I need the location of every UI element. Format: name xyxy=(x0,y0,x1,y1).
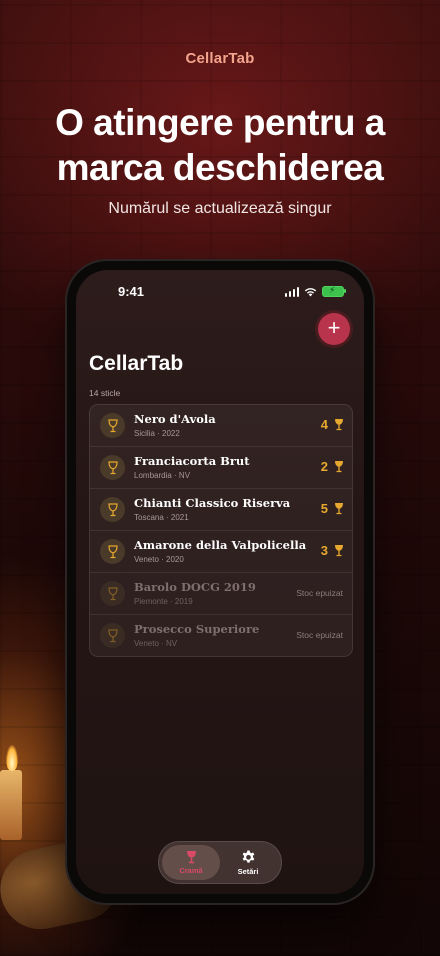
phone-frame: 9:41 ⚡ + CellarTab 14 sticle Nero d'Avol… xyxy=(67,261,373,903)
page-title: CellarTab xyxy=(89,352,184,375)
wine-meta: Veneto · 2020 xyxy=(134,555,184,564)
wine-list: Nero d'Avola Sicilia · 2022 4 Franciacor… xyxy=(89,404,353,657)
wine-name: Nero d'Avola xyxy=(134,412,216,426)
wine-glass-thumb-icon xyxy=(100,497,125,522)
wine-glass-icon xyxy=(335,503,343,515)
wine-row[interactable]: Franciacorta Brut Lombardia · NV 2 xyxy=(90,447,352,489)
out-of-stock-label: Stoc epuizat xyxy=(296,588,343,598)
headline-line-1: O atingere pentru a xyxy=(55,102,385,143)
wine-row[interactable]: Chianti Classico Riserva Toscana · 2021 … xyxy=(90,489,352,531)
candle-decoration xyxy=(0,770,22,840)
wine-name: Barolo DOCG 2019 xyxy=(134,580,256,594)
wine-glass-thumb-icon xyxy=(100,623,125,648)
status-icons: ⚡ xyxy=(284,285,346,297)
quantity-button[interactable]: 2 xyxy=(321,459,344,474)
wine-name: Franciacorta Brut xyxy=(134,454,250,468)
signal-icon xyxy=(284,286,299,297)
wine-name: Amarone della Valpolicella xyxy=(134,538,307,552)
tab-cellar[interactable]: Cramă xyxy=(162,845,220,880)
wine-meta: Toscana · 2021 xyxy=(134,513,189,522)
wine-quantity: 4 xyxy=(320,417,328,432)
wine-glass-thumb-icon xyxy=(100,455,125,480)
add-bottle-button[interactable]: + xyxy=(318,313,350,345)
subheadline: Numărul se actualizează singur xyxy=(108,200,332,217)
out-of-stock-label: Stoc epuizat xyxy=(296,630,343,640)
status-bar: 9:41 ⚡ xyxy=(76,284,364,304)
wine-meta: Veneto · NV xyxy=(134,639,178,648)
candle-flame-decoration xyxy=(6,745,18,771)
phone-screen: 9:41 ⚡ + CellarTab 14 sticle Nero d'Avol… xyxy=(76,270,364,894)
wine-row[interactable]: Nero d'Avola Sicilia · 2022 4 xyxy=(90,405,352,447)
wine-meta: Lombardia · NV xyxy=(134,471,191,480)
wine-glass-icon xyxy=(335,461,343,473)
bottle-count: 14 sticle xyxy=(89,388,121,398)
quantity-button[interactable]: 4 xyxy=(321,417,344,432)
wine-glass-thumb-icon xyxy=(100,413,125,438)
wine-name: Chianti Classico Riserva xyxy=(134,496,291,510)
wine-quantity: 2 xyxy=(320,459,328,474)
headline-line-2: marca deschiderea xyxy=(56,147,384,188)
wine-glass-icon xyxy=(335,419,343,431)
wine-row-out-of-stock[interactable]: Prosecco Superiore Veneto · NV Stoc epui… xyxy=(90,615,352,656)
wine-meta: Piemonte · 2019 xyxy=(134,597,193,606)
headline: O atingere pentru a marca deschiderea xyxy=(0,100,440,190)
wine-meta: Sicilia · 2022 xyxy=(134,429,180,438)
wine-quantity: 5 xyxy=(320,501,328,516)
wifi-icon xyxy=(304,287,317,296)
wine-glass-icon xyxy=(186,851,196,864)
tab-label: Setări xyxy=(237,866,259,876)
tab-label: Cramă xyxy=(179,866,203,875)
wine-glass-thumb-icon xyxy=(100,539,125,564)
battery-charging-icon: ⚡ xyxy=(322,285,346,297)
tab-bar: Cramă Setări xyxy=(158,841,282,884)
wine-name: Prosecco Superiore xyxy=(134,622,260,636)
wine-glass-thumb-icon xyxy=(100,581,125,606)
brand-label: CellarTab xyxy=(185,50,255,67)
tab-settings[interactable]: Setări xyxy=(219,845,277,880)
wine-row-out-of-stock[interactable]: Barolo DOCG 2019 Piemonte · 2019 Stoc ep… xyxy=(90,573,352,615)
wine-row[interactable]: Amarone della Valpolicella Veneto · 2020… xyxy=(90,531,352,573)
quantity-button[interactable]: 3 xyxy=(321,543,344,558)
gear-icon xyxy=(242,849,254,863)
wine-glass-icon xyxy=(335,545,343,557)
wine-quantity: 3 xyxy=(320,543,328,558)
quantity-button[interactable]: 5 xyxy=(321,501,344,516)
status-time: 9:41 xyxy=(118,284,145,299)
